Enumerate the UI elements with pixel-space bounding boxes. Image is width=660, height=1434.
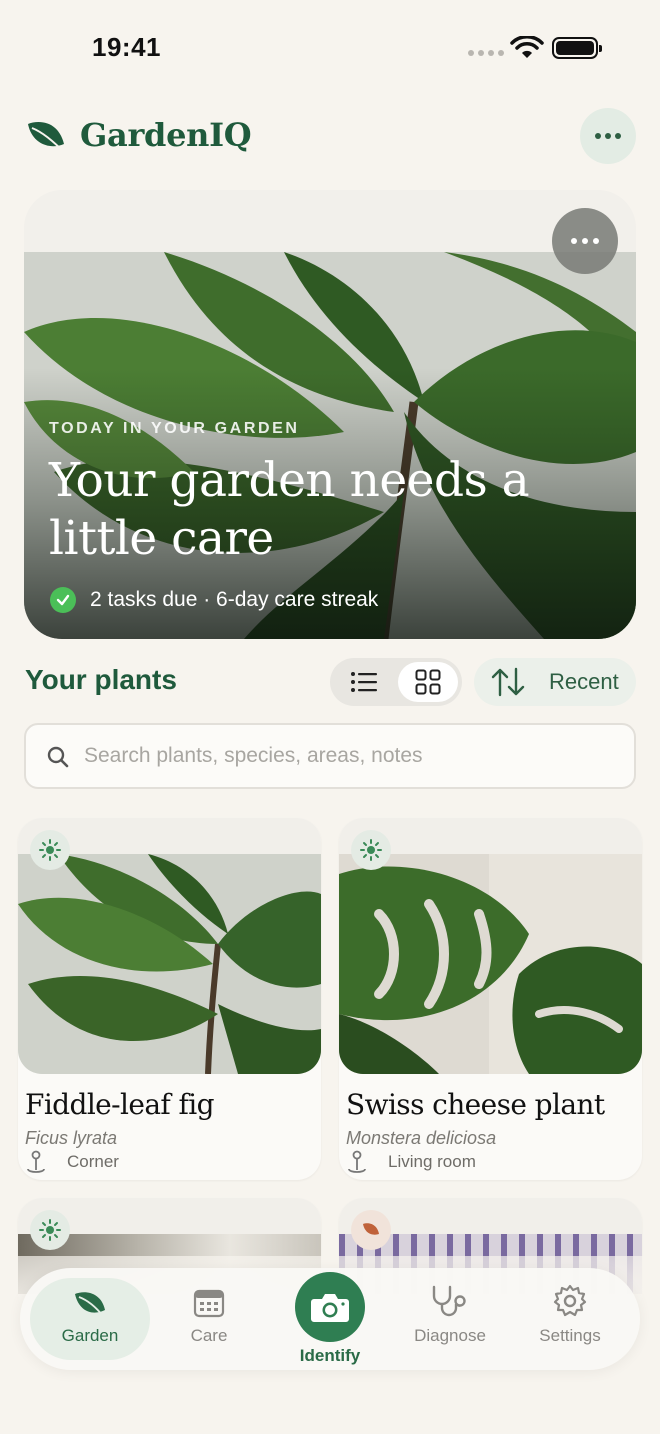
plant-species: Monstera deliciosa	[346, 1128, 497, 1148]
checkmark-icon	[50, 587, 76, 613]
plant-location-label: Corner	[67, 1152, 119, 1171]
sort-label: Recent	[549, 669, 619, 694]
stethoscope-icon	[432, 1285, 466, 1317]
plant-card[interactable]: Swiss cheese plant Monstera deliciosa Li…	[339, 818, 642, 1180]
search-bar	[24, 723, 636, 789]
sun-icon	[30, 1210, 70, 1250]
plant-location: Corner	[25, 1150, 119, 1174]
hero-card[interactable]: TODAY IN YOUR GARDEN Your garden needs a…	[24, 190, 636, 639]
sun-icon	[30, 830, 70, 870]
tab-label: Diagnose	[414, 1326, 486, 1345]
hero-meta: 2 tasks due · 6-day care streak	[50, 587, 378, 613]
plant-photo	[18, 854, 321, 1074]
gear-icon	[553, 1284, 587, 1317]
view-toggle	[330, 658, 462, 706]
tab-care[interactable]: Care	[149, 1278, 269, 1360]
app-title: GardenIQ	[80, 116, 252, 154]
search-input[interactable]	[84, 737, 614, 775]
plant-name: Swiss cheese plant	[346, 1088, 605, 1121]
hero-eyebrow: TODAY IN YOUR GARDEN	[49, 420, 300, 437]
hero-meta-text: 2 tasks due · 6-day care streak	[90, 588, 379, 611]
leaf-icon	[75, 1292, 105, 1317]
plant-species: Ficus lyrata	[25, 1128, 118, 1148]
tab-label: Garden	[61, 1326, 119, 1345]
sun-icon	[351, 830, 391, 870]
list-icon	[351, 672, 377, 692]
sort-button[interactable]: Recent	[474, 658, 636, 706]
plant-location: Living room	[346, 1150, 476, 1174]
battery-icon	[552, 37, 602, 59]
plant-card[interactable]: Fiddle-leaf fig Ficus lyrata Corner	[18, 818, 321, 1180]
more-options-button[interactable]	[580, 108, 636, 164]
wifi-icon	[510, 36, 544, 58]
plant-name: Fiddle-leaf fig	[25, 1088, 215, 1121]
app-header: GardenIQ	[24, 106, 636, 166]
search-icon	[47, 746, 69, 768]
cellular-signal-icon	[468, 50, 504, 56]
ellipsis-icon	[571, 238, 577, 244]
grid-icon	[415, 669, 441, 695]
tab-garden[interactable]: Garden	[30, 1278, 150, 1360]
plant-location-label: Living room	[388, 1152, 476, 1171]
leaf-icon	[351, 1210, 391, 1250]
hero-more-button[interactable]	[552, 208, 618, 274]
camera-icon	[311, 1294, 349, 1322]
tab-diagnose[interactable]: Diagnose	[390, 1278, 510, 1360]
tab-label: Settings	[539, 1326, 601, 1345]
status-bar: 19:41	[0, 0, 660, 96]
leaf-icon	[28, 122, 67, 155]
tab-label: Care	[190, 1326, 228, 1345]
tab-settings[interactable]: Settings	[510, 1278, 630, 1360]
location-pin-icon	[348, 1150, 366, 1173]
sort-arrows-icon	[491, 667, 525, 697]
tab-bar: Garden Care Identify Diagnose Settings	[20, 1268, 640, 1370]
list-view-button[interactable]	[334, 662, 394, 702]
location-pin-icon	[27, 1150, 45, 1173]
identify-button[interactable]	[295, 1272, 365, 1342]
ellipsis-icon	[595, 133, 601, 139]
hero-headline: Your garden needs a little care	[49, 453, 530, 566]
tab-label-identify: Identify	[299, 1346, 361, 1365]
calendar-icon	[193, 1289, 225, 1318]
grid-view-button[interactable]	[398, 662, 458, 702]
plant-photo	[339, 854, 642, 1074]
status-time: 19:41	[92, 32, 161, 62]
section-title: Your plants	[25, 664, 177, 695]
